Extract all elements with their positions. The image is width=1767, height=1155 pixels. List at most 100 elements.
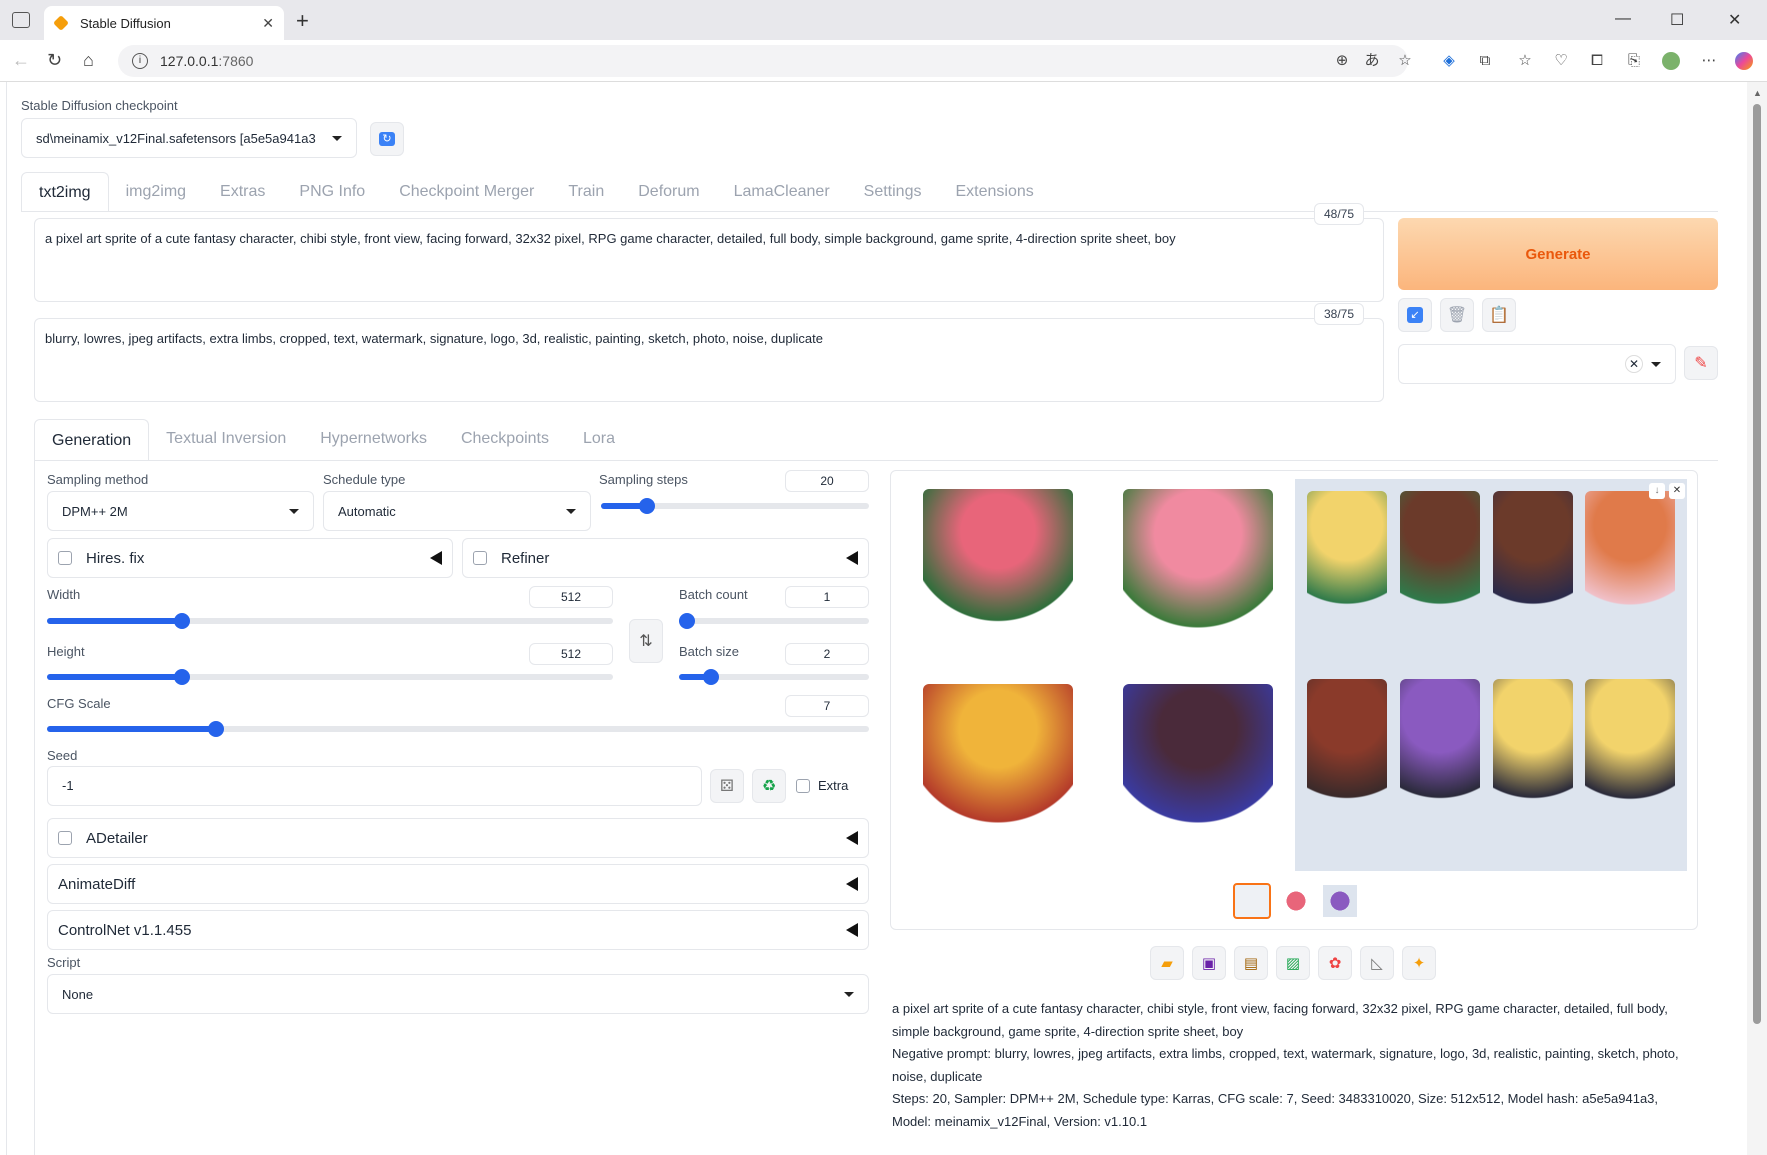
refiner-accordion[interactable]: Refiner — [462, 538, 869, 578]
back-icon[interactable]: ← — [12, 50, 30, 71]
batch-count-input[interactable]: 1 — [785, 586, 869, 608]
collapse-triangle-icon[interactable] — [430, 551, 442, 565]
animatediff-accordion[interactable]: AnimateDiff — [47, 864, 869, 904]
send-to-inpaint-button[interactable]: ✿ — [1318, 946, 1352, 980]
extra-seed-checkbox[interactable] — [796, 779, 810, 793]
tab-settings[interactable]: Settings — [847, 172, 939, 212]
more-menu-icon[interactable]: ⋯ — [1700, 52, 1718, 70]
tab-checkpoint-merger[interactable]: Checkpoint Merger — [382, 172, 551, 212]
slider-knob[interactable] — [639, 498, 655, 514]
positive-prompt-input[interactable]: a pixel art sprite of a cute fantasy cha… — [34, 218, 1384, 302]
thumbnail-grid-selected[interactable] — [1233, 883, 1271, 919]
tab-generation[interactable]: Generation — [34, 419, 150, 461]
favorites-icon[interactable]: ☆ — [1516, 52, 1534, 70]
adetailer-checkbox[interactable] — [58, 831, 72, 845]
controlnet-accordion[interactable]: ControlNet v1.1.455 — [47, 910, 869, 950]
extensions-puzzle-icon[interactable]: ⧉ — [1476, 52, 1494, 70]
close-tab-icon[interactable]: ✕ — [262, 15, 274, 32]
slider-knob[interactable] — [703, 669, 719, 685]
refresh-checkpoint-button[interactable]: ↻ — [370, 122, 404, 156]
thumbnail-2[interactable] — [1323, 885, 1357, 917]
reload-icon[interactable]: ↻ — [47, 50, 62, 71]
collapse-triangle-icon[interactable] — [846, 831, 858, 845]
schedule-type-dropdown[interactable]: Automatic — [323, 491, 591, 531]
tab-extras[interactable]: Extras — [203, 172, 282, 212]
seed-input[interactable]: -1 — [47, 766, 702, 806]
tab-deforum[interactable]: Deforum — [621, 172, 716, 212]
clear-x-icon[interactable]: ✕ — [1625, 355, 1643, 373]
apply-style-button[interactable]: 📋 — [1482, 298, 1516, 332]
output-image-2[interactable]: ↓ ✕ — [1295, 479, 1687, 871]
tab-hypernetworks[interactable]: Hypernetworks — [303, 419, 444, 459]
close-window-icon[interactable]: ✕ — [1728, 10, 1741, 30]
slider-knob[interactable] — [679, 613, 695, 629]
random-seed-button[interactable]: ⚄ — [710, 769, 744, 803]
tab-txt2img[interactable]: txt2img — [21, 172, 109, 212]
collapse-triangle-icon[interactable] — [846, 551, 858, 565]
styles-dropdown[interactable]: ✕ — [1398, 344, 1676, 384]
read-aloud-icon[interactable]: あ — [1363, 52, 1381, 70]
edit-styles-button[interactable]: ✎ — [1684, 346, 1718, 380]
sampling-steps-input[interactable]: 20 — [785, 470, 869, 492]
read-generation-params-button[interactable]: ↙ — [1398, 298, 1432, 332]
page-scrollbar[interactable]: ▲ — [1747, 82, 1767, 1155]
collapse-triangle-icon[interactable] — [846, 923, 858, 937]
slider-knob[interactable] — [208, 721, 224, 737]
slider-knob[interactable] — [174, 613, 190, 629]
refiner-checkbox[interactable] — [473, 551, 487, 565]
home-icon[interactable]: ⌂ — [83, 50, 94, 71]
save-button[interactable]: ▣ — [1192, 946, 1226, 980]
output-image-1[interactable] — [893, 479, 1295, 871]
browser-tab[interactable]: Stable Diffusion ✕ — [44, 6, 284, 40]
tab-actions-icon[interactable] — [12, 12, 30, 28]
close-preview-icon[interactable]: ✕ — [1669, 483, 1685, 499]
width-slider[interactable] — [47, 613, 613, 629]
collapse-triangle-icon[interactable] — [846, 877, 858, 891]
minimize-icon[interactable]: — — [1615, 10, 1631, 28]
cfg-scale-input[interactable]: 7 — [785, 695, 869, 717]
clear-prompt-button[interactable]: 🗑 — [1440, 298, 1474, 332]
profile-avatar[interactable] — [1662, 52, 1680, 70]
sampling-method-dropdown[interactable]: DPM++ 2M — [47, 491, 314, 531]
open-folder-button[interactable]: ▰ — [1150, 946, 1184, 980]
maximize-icon[interactable]: ☐ — [1670, 10, 1684, 30]
thumbnail-1[interactable] — [1279, 885, 1313, 917]
tab-train[interactable]: Train — [551, 172, 621, 212]
copilot-icon[interactable] — [1735, 52, 1753, 70]
checkpoint-dropdown[interactable]: sd\meinamix_v12Final.safetensors [a5e5a9… — [21, 118, 357, 158]
slider-knob[interactable] — [174, 669, 190, 685]
scrollbar-thumb[interactable] — [1753, 104, 1761, 1024]
upscale-button[interactable]: ✦ — [1402, 946, 1436, 980]
tab-extensions[interactable]: Extensions — [938, 172, 1050, 212]
extension-icon[interactable]: ◈ — [1440, 52, 1458, 70]
tab-lamacleaner[interactable]: LamaCleaner — [717, 172, 847, 212]
reuse-seed-button[interactable]: ♻ — [752, 769, 786, 803]
tab-lora[interactable]: Lora — [566, 419, 632, 459]
batch-size-slider[interactable] — [679, 669, 869, 685]
copilot-share-icon[interactable]: ⎘ — [1625, 52, 1643, 70]
zip-button[interactable]: ▤ — [1234, 946, 1268, 980]
negative-prompt-input[interactable]: blurry, lowres, jpeg artifacts, extra li… — [34, 318, 1384, 402]
collections-icon[interactable]: ⧠ — [1588, 52, 1606, 70]
hires-fix-accordion[interactable]: Hires. fix — [47, 538, 453, 578]
url-field[interactable]: i 127.0.0.1:7860 — [118, 45, 1408, 77]
tab-checkpoints[interactable]: Checkpoints — [444, 419, 566, 459]
new-tab-icon[interactable]: + — [296, 8, 309, 34]
tab-textual-inversion[interactable]: Textual Inversion — [149, 419, 303, 459]
favorite-star-icon[interactable]: ☆ — [1396, 52, 1414, 70]
batch-count-slider[interactable] — [679, 613, 869, 629]
hires-fix-checkbox[interactable] — [58, 551, 72, 565]
width-input[interactable]: 512 — [529, 586, 613, 608]
swap-dimensions-button[interactable]: ⇅ — [629, 619, 663, 663]
generate-button[interactable]: Generate — [1398, 218, 1718, 290]
adetailer-accordion[interactable]: ADetailer — [47, 818, 869, 858]
height-slider[interactable] — [47, 669, 613, 685]
cfg-scale-slider[interactable] — [47, 721, 869, 737]
sampling-steps-slider[interactable] — [601, 498, 869, 514]
tab-img2img[interactable]: img2img — [109, 172, 203, 212]
script-dropdown[interactable]: None — [47, 974, 869, 1014]
send-to-img2img-button[interactable]: ▨ — [1276, 946, 1310, 980]
batch-size-input[interactable]: 2 — [785, 643, 869, 665]
site-info-icon[interactable]: i — [132, 53, 148, 69]
download-icon[interactable]: ↓ — [1649, 483, 1665, 499]
